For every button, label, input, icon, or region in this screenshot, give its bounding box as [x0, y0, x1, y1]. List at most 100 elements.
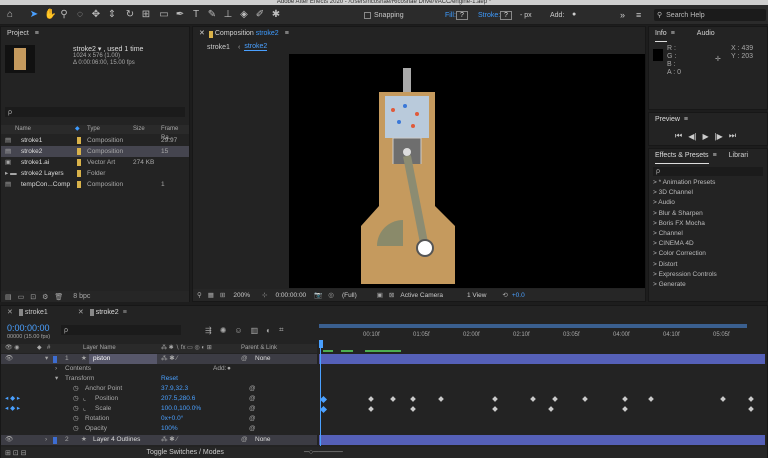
- expand-icon[interactable]: »: [620, 10, 625, 20]
- channel-icon[interactable]: ◎: [328, 291, 334, 299]
- effects-category[interactable]: > Blur & Sharpen: [653, 210, 703, 217]
- keyframe[interactable]: [368, 396, 374, 402]
- project-item[interactable]: ▣ stroke1.ai Vector Art 274 KB: [1, 157, 189, 168]
- guides-icon[interactable]: ⊞: [220, 291, 225, 299]
- stopwatch-icon[interactable]: ◷: [73, 424, 79, 434]
- bpc-label[interactable]: 8 bpc: [73, 293, 90, 300]
- layer-color[interactable]: [53, 437, 57, 444]
- draft-3d-icon[interactable]: ✺: [220, 326, 227, 335]
- timeline-tab-stroke1[interactable]: stroke1: [25, 309, 48, 316]
- layer-name-col[interactable]: Layer Name: [83, 344, 116, 353]
- stopwatch-icon[interactable]: ◷: [73, 414, 79, 424]
- keyframe[interactable]: [622, 396, 628, 402]
- label-col-icon[interactable]: ◆: [75, 125, 80, 134]
- roto-brush-icon[interactable]: ✐: [254, 9, 266, 21]
- keyframe[interactable]: [319, 395, 328, 404]
- pan-behind-icon[interactable]: ⊞: [140, 9, 152, 21]
- expand-arrow-icon[interactable]: ▾: [55, 374, 58, 384]
- keyframe-nav-icon[interactable]: ◂ ◆ ▸: [5, 394, 20, 404]
- 3d-icon[interactable]: ⊠: [389, 291, 394, 299]
- work-area-bar[interactable]: [319, 324, 747, 328]
- effects-category[interactable]: > 3D Channel: [653, 189, 693, 196]
- keyframe[interactable]: [492, 406, 498, 412]
- tl-close-icon-1[interactable]: ✕: [7, 308, 13, 316]
- keyframe[interactable]: [548, 406, 554, 412]
- stopwatch-icon[interactable]: ◷: [73, 394, 79, 404]
- timeline-current-time[interactable]: 0:00:00:00: [7, 323, 50, 333]
- keyframe[interactable]: [648, 396, 654, 402]
- layer-row-piston[interactable]: 👁 ▾ 1 ★ piston ⁂ ✱ ∕ @ None: [1, 354, 317, 364]
- comp-tab-stroke1[interactable]: stroke1: [207, 44, 230, 51]
- exposure-value[interactable]: +0.0: [512, 292, 525, 299]
- graph-icon[interactable]: ⌞: [83, 404, 86, 414]
- project-item[interactable]: ▸ ▬ stroke2 Layers Folder: [1, 168, 189, 179]
- expression-icon[interactable]: @: [249, 404, 256, 414]
- effects-category[interactable]: > Color Correction: [653, 250, 706, 257]
- tab-libraries[interactable]: Librari: [729, 149, 748, 163]
- reset-link[interactable]: Reset: [161, 374, 178, 384]
- hand-tool-icon[interactable]: ✋: [44, 9, 56, 21]
- region-icon[interactable]: ▣: [377, 291, 383, 299]
- new-comp-icon[interactable]: ⊡: [30, 293, 36, 301]
- expand-arrow-icon[interactable]: ›: [45, 435, 47, 445]
- dolly-tool-icon[interactable]: ⇕: [106, 9, 118, 21]
- effects-category[interactable]: > Generate: [653, 281, 686, 288]
- effects-category[interactable]: > CINEMA 4D: [653, 240, 694, 247]
- comp-flowchart-icon[interactable]: ⇶: [205, 326, 212, 335]
- layer-switches[interactable]: ⁂ ✱ ∕: [161, 435, 178, 445]
- property-row[interactable]: ◂ ◆ ▸ ◷ ⌞ Scale 100.0,100.0% @: [1, 404, 317, 414]
- tab-audio[interactable]: Audio: [697, 27, 715, 41]
- effects-category[interactable]: > Boris FX Mocha: [653, 220, 705, 227]
- pan-tool-icon[interactable]: ✥: [90, 9, 102, 21]
- layer-row-outlines[interactable]: 👁 › 2 ★ Layer 4 Outlines ⁂ ✱ ∕ @ None: [1, 435, 317, 445]
- keyframe[interactable]: [492, 396, 498, 402]
- close-icon[interactable]: ✕: [199, 27, 205, 41]
- current-time[interactable]: 0:00:00:00: [275, 292, 306, 299]
- contents-row[interactable]: › Contents Add: ●: [1, 364, 317, 374]
- layer1-bar[interactable]: [319, 354, 765, 364]
- new-folder-icon[interactable]: ▭: [18, 293, 25, 301]
- project-item[interactable]: ▤ stroke2 Composition 15: [1, 146, 189, 157]
- expression-icon[interactable]: @: [249, 384, 256, 394]
- keyframe[interactable]: [748, 406, 754, 412]
- effects-category[interactable]: > Distort: [653, 261, 677, 268]
- property-value[interactable]: 100.0,100.0%: [161, 404, 201, 414]
- transparency-grid-icon[interactable]: ▦: [208, 291, 214, 299]
- tab-effects-presets[interactable]: Effects & Presets: [655, 149, 709, 164]
- effects-menu-icon[interactable]: ≡: [713, 149, 717, 163]
- eraser-tool-icon[interactable]: ◈: [238, 9, 250, 21]
- home-icon[interactable]: ⌂: [4, 9, 16, 21]
- graph-editor-icon[interactable]: ⌗: [279, 325, 284, 335]
- puppet-tool-icon[interactable]: ✱: [270, 9, 282, 21]
- keyframe[interactable]: [319, 405, 328, 414]
- fill-swatch[interactable]: ?: [456, 11, 468, 20]
- tl-menu-icon[interactable]: ≡: [123, 309, 127, 316]
- layer-name[interactable]: Layer 4 Outlines: [93, 435, 140, 445]
- visibility-icon[interactable]: 👁: [5, 354, 13, 364]
- property-value[interactable]: 37.9,32.3: [161, 384, 188, 394]
- col-size[interactable]: Size: [133, 125, 145, 134]
- comp-menu-icon[interactable]: ≡: [285, 27, 289, 41]
- effects-category[interactable]: > Channel: [653, 230, 683, 237]
- preview-menu-icon[interactable]: ≡: [684, 113, 688, 127]
- visibility-icon[interactable]: 👁: [5, 435, 13, 445]
- expression-icon[interactable]: @: [249, 424, 256, 434]
- pen-tool-icon[interactable]: ✒: [174, 9, 186, 21]
- keyframe[interactable]: [438, 396, 444, 402]
- comp-tab-stroke2[interactable]: stroke2: [244, 43, 268, 51]
- frame-blending-icon[interactable]: ▥: [251, 326, 259, 335]
- expression-icon[interactable]: @: [249, 394, 256, 404]
- layer-name[interactable]: piston: [89, 354, 157, 364]
- rectangle-tool-icon[interactable]: ▭: [158, 9, 170, 21]
- effects-category[interactable]: > Expression Controls: [653, 271, 717, 278]
- keyframe[interactable]: [410, 396, 416, 402]
- keyframe[interactable]: [552, 396, 558, 402]
- keyframe-nav-icon[interactable]: ◂ ◆ ▸: [5, 404, 20, 414]
- brush-tool-icon[interactable]: ✎: [206, 9, 218, 21]
- project-item[interactable]: ▤ tempCon...Comp Composition 1: [1, 179, 189, 190]
- keyframe[interactable]: [410, 406, 416, 412]
- col-name[interactable]: Name: [15, 125, 31, 134]
- tl-close-icon-2[interactable]: ✕: [78, 308, 84, 316]
- resolution-select[interactable]: (Full): [342, 292, 357, 299]
- expand-arrow-icon[interactable]: ▾: [45, 354, 48, 364]
